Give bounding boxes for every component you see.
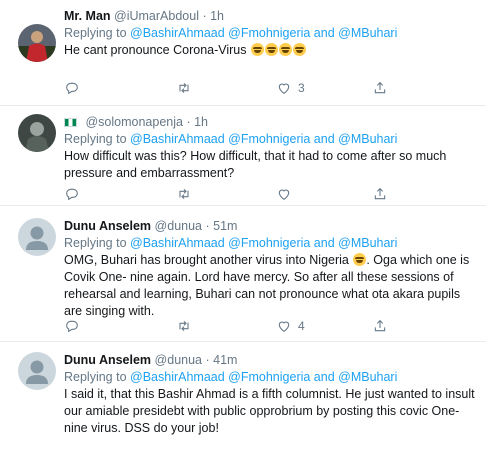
user-handle[interactable]: @dunua xyxy=(155,219,202,233)
tweet-time[interactable]: · 51m xyxy=(205,219,237,233)
tweet[interactable]: Mr. Man @iUmarAbdoul · 1h Replying to @B… xyxy=(0,0,486,106)
share-icon xyxy=(374,319,386,332)
replying-to-users[interactable]: @BashirAhmaad @Fmohnigeria and @MBuhari xyxy=(130,26,397,40)
tweet-time[interactable]: · 1h xyxy=(202,9,224,23)
tweet-text-row: He cant pronounce Corona-Virus xyxy=(64,42,480,59)
tweet-time[interactable]: · 1h xyxy=(186,115,208,129)
retweet-icon xyxy=(179,320,189,332)
tweet-time[interactable]: · 41m xyxy=(205,353,237,367)
share-icon xyxy=(374,81,386,94)
replying-to-users[interactable]: @BashirAhmaad @Fmohnigeria and @MBuhari xyxy=(130,236,397,250)
user-handle[interactable]: @iUmarAbdoul xyxy=(114,9,199,23)
replying-to: Replying to @BashirAhmaad @Fmohnigeria a… xyxy=(64,131,480,147)
retweet-icon xyxy=(179,188,189,200)
replying-to-users[interactable]: @BashirAhmaad @Fmohnigeria and @MBuhari xyxy=(130,370,397,384)
retweet-icon xyxy=(179,82,189,94)
replying-to-users[interactable]: @BashirAhmaad @Fmohnigeria and @MBuhari xyxy=(130,132,397,146)
tweet-text: He cant pronounce Corona-Virus xyxy=(64,43,247,57)
replying-to-label: Replying to xyxy=(64,370,131,384)
retweet-button[interactable] xyxy=(176,318,198,334)
reply-button[interactable] xyxy=(64,186,86,202)
tweet-text-row: OMG, Buhari has brought another virus in… xyxy=(64,252,480,320)
avatar-photo-icon xyxy=(18,114,56,152)
reply-button[interactable] xyxy=(64,318,86,334)
replying-to: Replying to @BashirAhmaad @Fmohnigeria a… xyxy=(64,369,480,385)
tweet-actions: 4 xyxy=(64,318,404,336)
display-name[interactable]: Dunu Anselem xyxy=(64,353,151,367)
avatar[interactable] xyxy=(18,114,56,152)
display-name[interactable]: Dunu Anselem xyxy=(64,219,151,233)
avatar[interactable] xyxy=(18,24,56,62)
share-button[interactable] xyxy=(372,318,388,334)
display-name[interactable]: Mr. Man xyxy=(64,9,111,23)
avatar-photo-icon xyxy=(18,24,56,62)
like-button[interactable] xyxy=(276,186,298,202)
replying-to-label: Replying to xyxy=(64,132,131,146)
tweet-actions xyxy=(64,186,404,204)
retweet-button[interactable] xyxy=(176,186,198,202)
tweet-text: I said it, that this Bashir Ahmad is a f… xyxy=(64,387,475,435)
replying-to: Replying to @BashirAhmaad @Fmohnigeria a… xyxy=(64,25,480,41)
replying-to-label: Replying to xyxy=(64,26,131,40)
avatar[interactable] xyxy=(18,218,56,256)
like-icon xyxy=(278,189,290,200)
reply-feed: Mr. Man @iUmarAbdoul · 1h Replying to @B… xyxy=(0,0,486,464)
replying-to-label: Replying to xyxy=(64,236,131,250)
reply-icon xyxy=(66,188,78,201)
like-count: 3 xyxy=(298,81,305,95)
tweet-actions: 3 xyxy=(64,80,404,98)
share-button[interactable] xyxy=(372,80,388,96)
default-avatar-icon xyxy=(18,352,56,390)
tweet[interactable]: Dunu Anselem @dunua · 41m Replying to @B… xyxy=(0,342,486,464)
share-icon xyxy=(374,187,386,200)
replying-to: Replying to @BashirAhmaad @Fmohnigeria a… xyxy=(64,235,480,251)
like-button[interactable]: 4 xyxy=(276,318,305,334)
like-icon xyxy=(278,83,290,94)
laughing-emoji-icon xyxy=(250,43,306,57)
like-icon xyxy=(278,321,290,332)
like-button[interactable]: 3 xyxy=(276,80,305,96)
tweet-text: How difficult was this? How difficult, t… xyxy=(64,149,447,180)
tweet[interactable]: @solomonapenja · 1h Replying to @BashirA… xyxy=(0,106,486,206)
avatar[interactable] xyxy=(18,352,56,390)
like-count: 4 xyxy=(298,319,305,333)
nigeria-flag-icon xyxy=(64,118,77,127)
retweet-button[interactable] xyxy=(176,80,198,96)
tweet-text: OMG, Buhari has brought another virus in… xyxy=(64,253,349,267)
reply-icon xyxy=(66,320,78,333)
user-handle[interactable]: @solomonapenja xyxy=(85,115,182,129)
tweet[interactable]: Dunu Anselem @dunua · 51m Replying to @B… xyxy=(0,206,486,342)
user-handle[interactable]: @dunua xyxy=(155,353,202,367)
default-avatar-icon xyxy=(18,218,56,256)
reply-icon xyxy=(66,82,78,95)
reply-button[interactable] xyxy=(64,80,86,96)
share-button[interactable] xyxy=(372,186,388,202)
astonished-emoji-icon xyxy=(353,253,367,266)
